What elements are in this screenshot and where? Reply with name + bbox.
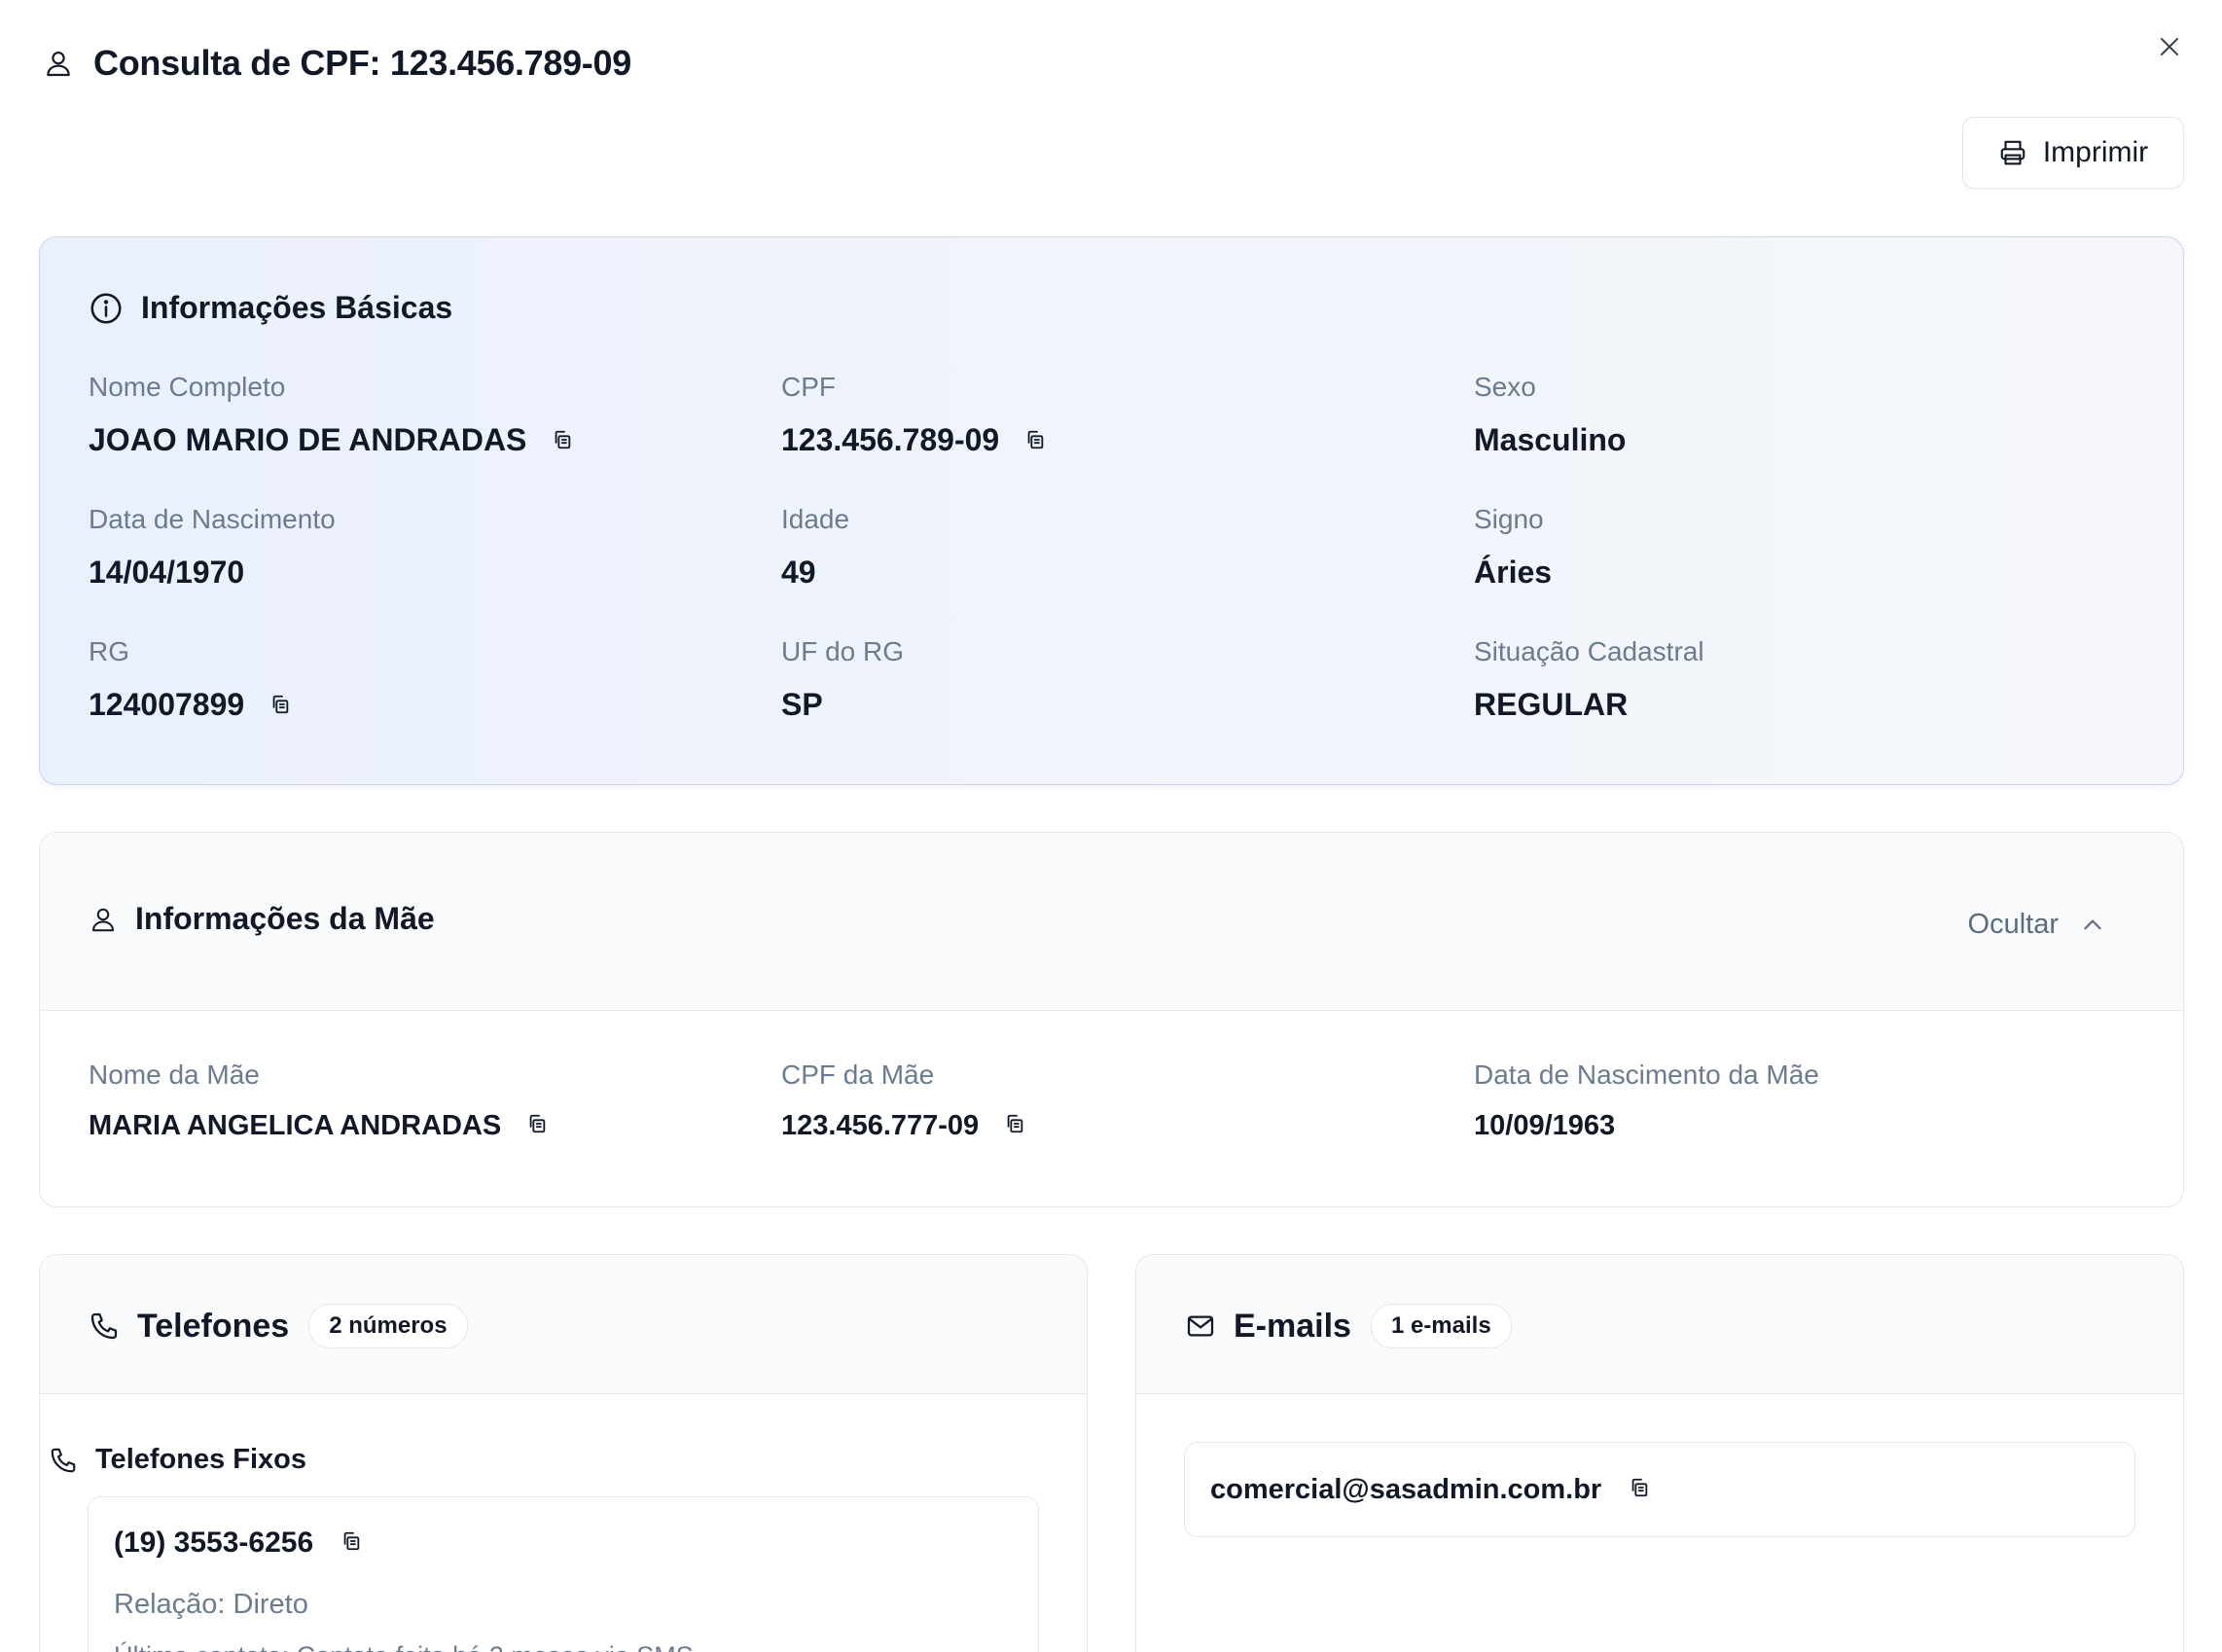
chevron-up-icon	[2080, 913, 2105, 938]
phone-last-contact: Último contato: Contato feito há 2 meses…	[114, 1641, 694, 1652]
field-data-nascimento-mae: Data de Nascimento da Mãe 10/09/1963	[1474, 1059, 1819, 1142]
print-button-label: Imprimir	[2042, 136, 2149, 168]
field-sexo: Sexo Masculino	[1474, 372, 1626, 458]
phones-title: Telefones	[137, 1307, 290, 1345]
phone-number: (19) 3553-6256	[114, 1526, 362, 1560]
basic-info-heading: Informações Básicas	[89, 290, 452, 326]
hide-toggle-button[interactable]: Ocultar	[1968, 909, 2105, 941]
field-label: Data de Nascimento da Mãe	[1474, 1059, 1819, 1090]
field-value-text: 14/04/1970	[89, 555, 245, 590]
phone-relation: Relação: Direto	[114, 1589, 308, 1620]
copy-icon[interactable]	[269, 687, 291, 723]
field-value: 49	[781, 555, 849, 591]
field-value: 10/09/1963	[1474, 1110, 1819, 1142]
field-uf-rg: UF do RG SP	[781, 636, 904, 723]
basic-info-card: Informações Básicas Nome Completo JOAO M…	[39, 236, 2184, 785]
emails-heading: E-mails 1 e-mails	[1185, 1304, 1512, 1348]
mother-info-card: Informações da Mãe Ocultar Nome da Mãe M…	[39, 832, 2184, 1207]
field-rg: RG 124007899	[89, 636, 291, 723]
phones-count-badge: 2 números	[308, 1304, 468, 1348]
field-data-nascimento: Data de Nascimento 14/04/1970	[89, 504, 336, 591]
field-value-text: REGULAR	[1474, 687, 1629, 722]
user-icon	[89, 904, 118, 935]
field-label: Situação Cadastral	[1474, 636, 1704, 666]
page-title: Consulta de CPF: 123.456.789-09	[93, 43, 631, 83]
close-button[interactable]	[2152, 29, 2187, 64]
mail-icon	[1185, 1311, 1216, 1342]
copy-icon[interactable]	[526, 1110, 548, 1142]
field-value-text: 123.456.789-09	[781, 422, 1000, 457]
close-icon[interactable]	[2158, 35, 2181, 58]
field-value: SP	[781, 687, 904, 723]
hide-toggle-label: Ocultar	[1967, 909, 2059, 940]
field-idade: Idade 49	[781, 504, 849, 591]
field-value: REGULAR	[1474, 687, 1704, 723]
user-icon	[43, 46, 74, 81]
field-nome-completo: Nome Completo JOAO MARIO DE ANDRADAS	[89, 372, 573, 458]
field-label: Nome da Mãe	[89, 1059, 260, 1090]
field-value-text: Masculino	[1474, 422, 1627, 457]
copy-icon[interactable]	[1024, 422, 1046, 458]
phone-icon	[89, 1311, 120, 1342]
phone-number-text: (19) 3553-6256	[114, 1526, 314, 1559]
field-value: Áries	[1474, 555, 1552, 591]
field-value: MARIA ANGELICA ANDRADAS	[89, 1110, 548, 1142]
field-value-text: 49	[781, 555, 816, 590]
field-signo: Signo Áries	[1474, 504, 1552, 591]
phones-heading: Telefones 2 números	[89, 1304, 468, 1348]
field-value-text: 124007899	[89, 687, 245, 722]
field-situacao-cadastral: Situação Cadastral REGULAR	[1474, 636, 1704, 723]
printer-icon	[1998, 138, 2027, 167]
copy-icon[interactable]	[552, 422, 573, 458]
copy-icon[interactable]	[1629, 1474, 1650, 1506]
field-value-text: 123.456.777-09	[781, 1110, 980, 1141]
field-value: Masculino	[1474, 422, 1626, 458]
field-label: Nome Completo	[89, 372, 286, 402]
emails-header: E-mails 1 e-mails	[1136, 1255, 2183, 1394]
mother-info-title: Informações da Mãe	[135, 901, 435, 936]
field-value: 123.456.789-09	[781, 422, 1046, 458]
field-label: CPF	[781, 372, 836, 402]
field-label: Data de Nascimento	[89, 504, 336, 534]
phone-icon	[49, 1446, 78, 1475]
field-label: CPF da Mãe	[781, 1059, 935, 1090]
mother-info-heading: Informações da Mãe	[89, 901, 435, 937]
field-value: 14/04/1970	[89, 555, 336, 591]
fixed-phones-heading: Telefones Fixos	[49, 1444, 306, 1476]
field-label: RG	[89, 636, 129, 666]
fixed-phones-title: Telefones Fixos	[95, 1444, 307, 1475]
print-button[interactable]: Imprimir	[1962, 117, 2184, 189]
email-list-item: comercial@sasadmin.com.br	[1184, 1442, 2135, 1537]
phone-list-item: (19) 3553-6256 Relação: Direto Último co…	[88, 1496, 1039, 1652]
info-icon	[89, 291, 124, 326]
field-label: Sexo	[1474, 372, 1536, 402]
copy-icon[interactable]	[1004, 1110, 1025, 1142]
basic-info-title: Informações Básicas	[141, 290, 453, 325]
field-value: 124007899	[89, 687, 291, 723]
emails-count-badge: 1 e-mails	[1370, 1304, 1512, 1348]
emails-title: E-mails	[1234, 1307, 1351, 1345]
modal-header: Consulta de CPF: 123.456.789-09	[43, 43, 631, 84]
field-value: JOAO MARIO DE ANDRADAS	[89, 422, 573, 458]
field-value-text: JOAO MARIO DE ANDRADAS	[89, 422, 527, 457]
field-value-text: Áries	[1474, 555, 1553, 590]
field-value-text: 10/09/1963	[1474, 1110, 1616, 1141]
field-cpf-mae: CPF da Mãe 123.456.777-09	[781, 1059, 1025, 1142]
field-nome-mae: Nome da Mãe MARIA ANGELICA ANDRADAS	[89, 1059, 548, 1142]
field-cpf: CPF 123.456.789-09	[781, 372, 1046, 458]
field-value-text: SP	[781, 687, 823, 722]
field-value: 123.456.777-09	[781, 1110, 1025, 1142]
mother-info-header: Informações da Mãe Ocultar	[40, 833, 2183, 1011]
field-label: Signo	[1474, 504, 1544, 534]
copy-icon[interactable]	[340, 1526, 362, 1560]
field-value-text: MARIA ANGELICA ANDRADAS	[89, 1110, 502, 1141]
field-label: Idade	[781, 504, 850, 534]
email-address: comercial@sasadmin.com.br	[1210, 1473, 1602, 1505]
phones-header: Telefones 2 números	[40, 1255, 1087, 1394]
field-label: UF do RG	[781, 636, 905, 666]
